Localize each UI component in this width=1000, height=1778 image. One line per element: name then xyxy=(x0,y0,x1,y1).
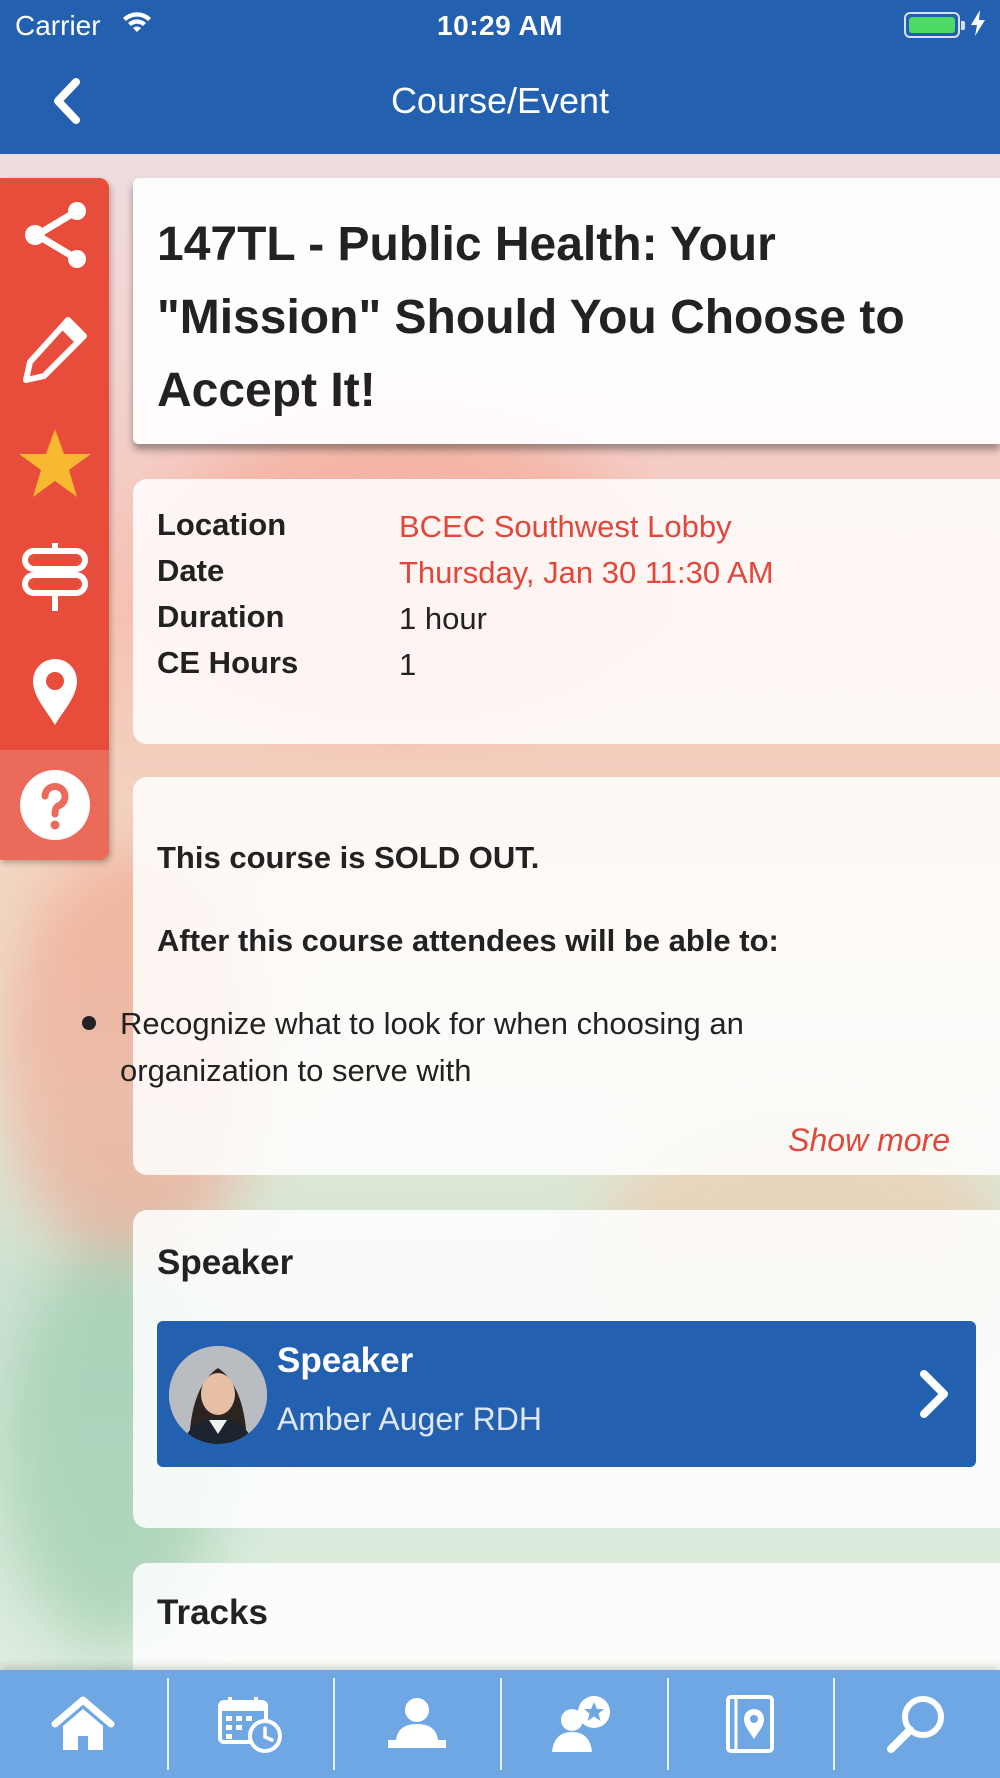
objectives-heading: After this course attendees will be able… xyxy=(157,923,779,958)
description-card: This course is SOLD OUT. After this cour… xyxy=(133,777,1000,1175)
directions-button[interactable] xyxy=(0,520,109,634)
speaker-section-heading: Speaker xyxy=(157,1243,294,1282)
date-link[interactable]: Thursday, Jan 30 11:30 AM xyxy=(399,555,774,591)
star-icon xyxy=(18,429,91,497)
detail-label: Location xyxy=(157,507,287,542)
help-icon xyxy=(19,770,90,840)
detail-value: 1 xyxy=(399,647,417,682)
speaker-name: Amber Auger RDH xyxy=(277,1401,542,1437)
favorite-button[interactable] xyxy=(0,406,109,520)
speaker-card: Speaker Speaker Amber Auger RDH xyxy=(133,1210,1000,1528)
tab-maps[interactable] xyxy=(666,1670,834,1778)
detail-value: 1 hour xyxy=(399,601,487,636)
speaker-button[interactable]: Speaker Amber Auger RDH xyxy=(157,1321,976,1467)
notes-button[interactable] xyxy=(0,292,109,406)
detail-label: Duration xyxy=(157,599,285,634)
speaker-role: Speaker xyxy=(277,1341,414,1380)
signpost-icon xyxy=(21,543,88,611)
location-link[interactable]: BCEC Southwest Lobby xyxy=(399,509,732,545)
map-location-button[interactable] xyxy=(0,634,109,748)
speaker-avatar xyxy=(169,1346,267,1444)
detail-label: CE Hours xyxy=(157,645,299,680)
objective-bullet: Recognize what to look for when choosing… xyxy=(120,1006,744,1088)
status-time: 10:29 AM xyxy=(437,10,563,41)
speaker-star-icon xyxy=(552,1696,611,1752)
share-icon xyxy=(24,202,86,268)
tab-speakers[interactable] xyxy=(500,1670,667,1778)
event-title: 147TL - Public Health: Your "Mission" Sh… xyxy=(157,218,905,417)
tab-search[interactable] xyxy=(833,1670,1000,1778)
share-button[interactable] xyxy=(0,178,109,292)
tab-attendees[interactable] xyxy=(333,1670,500,1778)
navigation-bar: Carrier 10:29 AM Course/Event xyxy=(0,0,1000,154)
tab-schedule[interactable] xyxy=(166,1670,334,1778)
action-rail xyxy=(0,178,109,860)
map-pin-icon xyxy=(32,659,77,725)
chevron-right-icon xyxy=(920,1370,948,1418)
event-title-card: 147TL - Public Health: Your "Mission" Sh… xyxy=(133,178,1000,444)
pencil-icon xyxy=(22,317,87,383)
map-book-icon xyxy=(726,1695,775,1753)
event-details-card: Location BCEC Southwest Lobby Date Thurs… xyxy=(133,479,1000,744)
show-more-link[interactable]: Show more xyxy=(788,1122,950,1159)
attendee-icon xyxy=(387,1698,446,1748)
detail-label: Date xyxy=(157,553,225,588)
bullet-marker xyxy=(82,1016,96,1030)
tracks-section-heading: Tracks xyxy=(157,1593,268,1632)
tab-bar xyxy=(0,1670,1000,1778)
calendar-clock-icon xyxy=(218,1697,282,1753)
search-icon xyxy=(886,1696,944,1753)
status-bar: Carrier 10:29 AM xyxy=(0,0,1000,50)
battery-icon xyxy=(904,12,965,38)
charging-icon xyxy=(970,10,986,43)
sold-out-notice: This course is SOLD OUT. xyxy=(157,840,540,875)
tab-home[interactable] xyxy=(0,1670,167,1778)
home-icon xyxy=(51,1696,115,1750)
page-title: Course/Event xyxy=(390,80,610,121)
help-button[interactable] xyxy=(0,750,109,860)
